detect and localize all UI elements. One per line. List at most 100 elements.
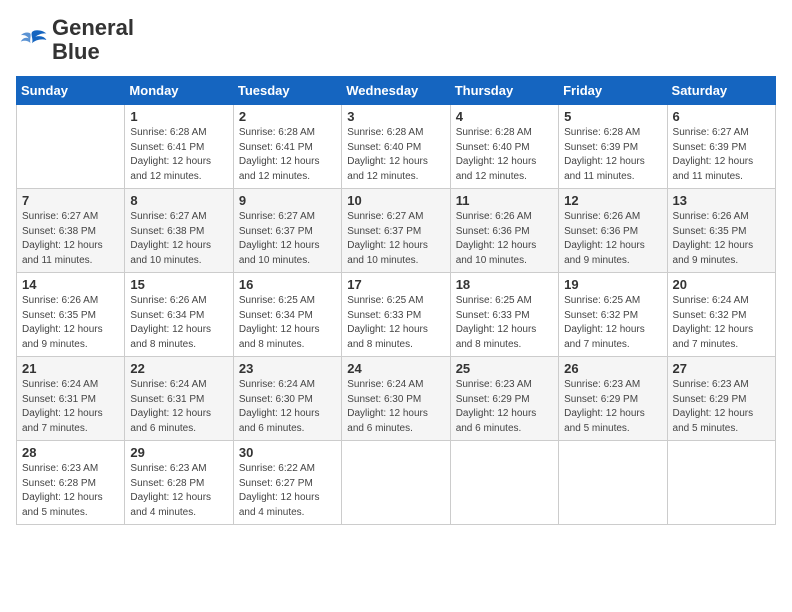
day-number: 11 (456, 193, 553, 208)
logo-blue: Blue (52, 39, 100, 64)
calendar-cell: 17Sunrise: 6:25 AMSunset: 6:33 PMDayligh… (342, 273, 450, 357)
day-number: 6 (673, 109, 770, 124)
logo-general: General (52, 15, 134, 40)
day-number: 27 (673, 361, 770, 376)
calendar-cell: 1 Sunrise: 6:28 AMSunset: 6:41 PMDaylight… (125, 105, 233, 189)
day-info: Sunrise: 6:24 AMSunset: 6:30 PMDaylight:… (347, 378, 444, 436)
day-info: Sunrise: 6:26 AMSunset: 6:35 PMDaylight:… (673, 210, 770, 268)
calendar-cell (450, 441, 558, 525)
day-info: Sunrise: 6:25 AMSunset: 6:32 PMDaylight:… (564, 294, 661, 352)
day-info: Sunrise: 6:22 AMSunset: 6:27 PMDaylight:… (239, 462, 336, 520)
calendar-cell: 9Sunrise: 6:27 AMSunset: 6:37 PMDaylight… (233, 189, 341, 273)
day-info: Sunrise: 6:28 AMSunset: 6:40 PMDaylight:… (456, 126, 553, 184)
day-number: 24 (347, 361, 444, 376)
day-number: 10 (347, 193, 444, 208)
day-info: Sunrise: 6:24 AMSunset: 6:30 PMDaylight:… (239, 378, 336, 436)
day-number: 4 (456, 109, 553, 124)
calendar-week-row: 1 Sunrise: 6:28 AMSunset: 6:41 PMDaylight… (17, 105, 776, 189)
day-info: Sunrise: 6:28 AMSunset: 6:41 PMDaylight:… (239, 126, 336, 184)
day-number: 30 (239, 445, 336, 460)
day-info: Sunrise: 6:24 AMSunset: 6:31 PMDaylight:… (22, 378, 119, 436)
calendar-cell: 24 Sunrise: 6:24 AMSunset: 6:30 PMDayligh… (342, 357, 450, 441)
calendar-header-row: SundayMondayTuesdayWednesdayThursdayFrid… (17, 77, 776, 105)
calendar-cell: 23Sunrise: 6:24 AMSunset: 6:30 PMDayligh… (233, 357, 341, 441)
calendar-cell: 5 Sunrise: 6:28 AMSunset: 6:39 PMDaylight… (559, 105, 667, 189)
calendar-cell (17, 105, 125, 189)
day-number: 16 (239, 277, 336, 292)
day-info: Sunrise: 6:28 AMSunset: 6:39 PMDaylight:… (564, 126, 661, 184)
col-header-monday: Monday (125, 77, 233, 105)
col-header-tuesday: Tuesday (233, 77, 341, 105)
calendar-cell: 10 Sunrise: 6:27 AMSunset: 6:37 PMDayligh… (342, 189, 450, 273)
day-number: 1 (130, 109, 227, 124)
day-number: 29 (130, 445, 227, 460)
day-info: Sunrise: 6:26 AMSunset: 6:36 PMDaylight:… (564, 210, 661, 268)
calendar-cell (342, 441, 450, 525)
calendar-cell: 7 Sunrise: 6:27 AMSunset: 6:38 PMDaylight… (17, 189, 125, 273)
day-info: Sunrise: 6:26 AMSunset: 6:36 PMDaylight:… (456, 210, 553, 268)
calendar-cell: 27 Sunrise: 6:23 AMSunset: 6:29 PMDayligh… (667, 357, 775, 441)
day-number: 28 (22, 445, 119, 460)
calendar-cell: 16 Sunrise: 6:25 AMSunset: 6:34 PMDayligh… (233, 273, 341, 357)
calendar-cell: 29 Sunrise: 6:23 AMSunset: 6:28 PMDayligh… (125, 441, 233, 525)
day-number: 26 (564, 361, 661, 376)
calendar-cell: 6 Sunrise: 6:27 AMSunset: 6:39 PMDaylight… (667, 105, 775, 189)
day-info: Sunrise: 6:24 AMSunset: 6:31 PMDaylight:… (130, 378, 227, 436)
day-info: Sunrise: 6:27 AMSunset: 6:38 PMDaylight:… (22, 210, 119, 268)
day-number: 5 (564, 109, 661, 124)
calendar-cell: 4 Sunrise: 6:28 AMSunset: 6:40 PMDaylight… (450, 105, 558, 189)
calendar-cell: 18Sunrise: 6:25 AMSunset: 6:33 PMDayligh… (450, 273, 558, 357)
calendar-week-row: 7 Sunrise: 6:27 AMSunset: 6:38 PMDaylight… (17, 189, 776, 273)
day-number: 7 (22, 193, 119, 208)
calendar-cell: 30 Sunrise: 6:22 AMSunset: 6:27 PMDayligh… (233, 441, 341, 525)
day-info: Sunrise: 6:27 AMSunset: 6:38 PMDaylight:… (130, 210, 227, 268)
logo: General Blue (16, 16, 134, 64)
calendar-cell: 12 Sunrise: 6:26 AMSunset: 6:36 PMDayligh… (559, 189, 667, 273)
col-header-thursday: Thursday (450, 77, 558, 105)
logo-icon (16, 28, 48, 52)
calendar-cell: 14 Sunrise: 6:26 AMSunset: 6:35 PMDayligh… (17, 273, 125, 357)
calendar-table: SundayMondayTuesdayWednesdayThursdayFrid… (16, 76, 776, 525)
day-number: 20 (673, 277, 770, 292)
calendar-week-row: 21 Sunrise: 6:24 AMSunset: 6:31 PMDayligh… (17, 357, 776, 441)
day-number: 14 (22, 277, 119, 292)
day-info: Sunrise: 6:27 AMSunset: 6:37 PMDaylight:… (347, 210, 444, 268)
calendar-cell: 28 Sunrise: 6:23 AMSunset: 6:28 PMDayligh… (17, 441, 125, 525)
day-info: Sunrise: 6:23 AMSunset: 6:28 PMDaylight:… (130, 462, 227, 520)
day-info: Sunrise: 6:26 AMSunset: 6:34 PMDaylight:… (130, 294, 227, 352)
calendar-cell: 21 Sunrise: 6:24 AMSunset: 6:31 PMDayligh… (17, 357, 125, 441)
day-number: 25 (456, 361, 553, 376)
calendar-cell: 11 Sunrise: 6:26 AMSunset: 6:36 PMDayligh… (450, 189, 558, 273)
day-number: 13 (673, 193, 770, 208)
day-number: 18 (456, 277, 553, 292)
calendar-week-row: 28 Sunrise: 6:23 AMSunset: 6:28 PMDayligh… (17, 441, 776, 525)
day-number: 9 (239, 193, 336, 208)
day-info: Sunrise: 6:23 AMSunset: 6:29 PMDaylight:… (456, 378, 553, 436)
day-info: Sunrise: 6:23 AMSunset: 6:29 PMDaylight:… (673, 378, 770, 436)
col-header-wednesday: Wednesday (342, 77, 450, 105)
calendar-cell (559, 441, 667, 525)
day-info: Sunrise: 6:25 AMSunset: 6:34 PMDaylight:… (239, 294, 336, 352)
day-number: 3 (347, 109, 444, 124)
calendar-week-row: 14 Sunrise: 6:26 AMSunset: 6:35 PMDayligh… (17, 273, 776, 357)
day-info: Sunrise: 6:23 AMSunset: 6:28 PMDaylight:… (22, 462, 119, 520)
day-info: Sunrise: 6:27 AMSunset: 6:39 PMDaylight:… (673, 126, 770, 184)
day-number: 22 (130, 361, 227, 376)
col-header-sunday: Sunday (17, 77, 125, 105)
day-info: Sunrise: 6:26 AMSunset: 6:35 PMDaylight:… (22, 294, 119, 352)
calendar-cell: 22 Sunrise: 6:24 AMSunset: 6:31 PMDayligh… (125, 357, 233, 441)
day-number: 15 (130, 277, 227, 292)
day-info: Sunrise: 6:28 AMSunset: 6:41 PMDaylight:… (130, 126, 227, 184)
day-number: 12 (564, 193, 661, 208)
day-number: 21 (22, 361, 119, 376)
calendar-cell: 2Sunrise: 6:28 AMSunset: 6:41 PMDaylight… (233, 105, 341, 189)
day-number: 19 (564, 277, 661, 292)
col-header-friday: Friday (559, 77, 667, 105)
calendar-cell (667, 441, 775, 525)
calendar-cell: 8 Sunrise: 6:27 AMSunset: 6:38 PMDaylight… (125, 189, 233, 273)
calendar-cell: 26Sunrise: 6:23 AMSunset: 6:29 PMDayligh… (559, 357, 667, 441)
calendar-cell: 3Sunrise: 6:28 AMSunset: 6:40 PMDaylight… (342, 105, 450, 189)
day-number: 8 (130, 193, 227, 208)
day-number: 17 (347, 277, 444, 292)
calendar-cell: 19 Sunrise: 6:25 AMSunset: 6:32 PMDayligh… (559, 273, 667, 357)
